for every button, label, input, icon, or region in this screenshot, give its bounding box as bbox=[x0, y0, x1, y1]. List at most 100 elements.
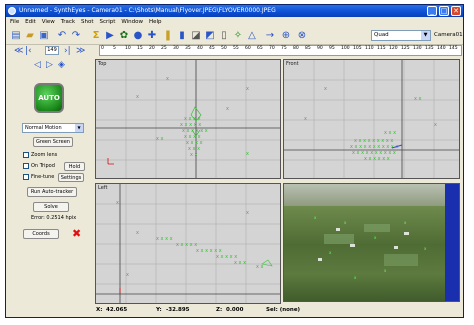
play-icon[interactable]: ▷ bbox=[46, 61, 53, 70]
clip-icon[interactable]: ▮ bbox=[176, 30, 188, 42]
delete-icon[interactable]: ✖ bbox=[72, 227, 81, 240]
svg-text:x: x bbox=[384, 268, 387, 273]
minimize-button[interactable]: _ bbox=[427, 6, 437, 16]
svg-text:x: x bbox=[246, 86, 249, 92]
lens-icon[interactable]: ▯ bbox=[218, 30, 230, 42]
phase-icon[interactable]: ✧ bbox=[232, 30, 244, 42]
ruler-tick: 110 bbox=[365, 46, 374, 51]
ruler-tick: 130 bbox=[413, 46, 422, 51]
open-icon[interactable]: ▰ bbox=[24, 30, 36, 42]
sigma-icon[interactable]: Σ bbox=[90, 30, 102, 42]
ruler-tick: 20 bbox=[149, 46, 155, 51]
app-window: Unnamed - SynthEyes - Camera01 - C:\Shot… bbox=[5, 4, 464, 318]
arrow-icon[interactable]: → bbox=[264, 30, 276, 42]
run-auto-tracker-button[interactable]: Run Auto-tracker bbox=[27, 187, 77, 197]
ruler-tick: 40 bbox=[197, 46, 203, 51]
new-icon[interactable]: ▤ bbox=[10, 30, 22, 42]
undo-icon[interactable]: ↶ bbox=[56, 30, 68, 42]
motion-select[interactable]: Normal Motion ▼ bbox=[22, 123, 84, 133]
menu-help[interactable]: Help bbox=[149, 17, 162, 27]
menu-edit[interactable]: Edit bbox=[25, 17, 36, 27]
svg-text:x: x bbox=[116, 200, 119, 206]
frame-ruler[interactable]: 0 5 10 15 20 25 30 35 40 45 50 55 60 65 … bbox=[99, 45, 462, 56]
viewport-camera[interactable]: x x x x x x x x bbox=[283, 183, 460, 302]
settings-button[interactable]: Settings bbox=[58, 173, 84, 182]
menu-window[interactable]: Window bbox=[121, 17, 143, 27]
solve-button[interactable]: Solve bbox=[33, 202, 69, 212]
camera-overlay: x x x x x x x x bbox=[314, 215, 427, 280]
svg-text:x: x bbox=[246, 151, 249, 157]
fast-forward-icon[interactable]: ≫ bbox=[76, 47, 85, 56]
auto-button[interactable]: AUTO bbox=[34, 83, 64, 113]
status-selection: Sel: (none) bbox=[266, 307, 301, 313]
graph-icon[interactable]: ◪ bbox=[190, 30, 202, 42]
viewport-label-left: Left bbox=[98, 185, 108, 191]
cross-icon[interactable]: ✚ bbox=[146, 30, 158, 42]
viewport-left[interactable]: x x x xx x x x xx x x x x x x x x x xx x… bbox=[95, 183, 281, 304]
on-tripod-checkbox[interactable] bbox=[23, 163, 29, 169]
viewport-top[interactable]: x x x xx x x x xx x x x x x x x x xx x x… bbox=[95, 59, 281, 179]
next-key-icon[interactable]: ›| bbox=[64, 47, 71, 56]
svg-text:x x: x x bbox=[414, 96, 422, 102]
menu-script[interactable]: Script bbox=[99, 17, 115, 27]
svg-text:x: x bbox=[374, 235, 377, 240]
menu-file[interactable]: File bbox=[10, 17, 19, 27]
camera-label: Camera01 bbox=[434, 32, 463, 38]
ruler-tick: 15 bbox=[137, 46, 143, 51]
hold-button[interactable]: Hold bbox=[64, 162, 85, 171]
ruler-tick: 100 bbox=[341, 46, 350, 51]
status-x-label: X: bbox=[96, 307, 103, 313]
ruler-tick: 55 bbox=[233, 46, 239, 51]
svg-text:x x: x x bbox=[190, 152, 198, 158]
chevron-down-icon[interactable]: ▼ bbox=[421, 31, 430, 40]
mesh-icon[interactable]: ◩ bbox=[204, 30, 216, 42]
svg-text:x: x bbox=[246, 210, 249, 216]
chevron-down-icon[interactable]: ▼ bbox=[75, 124, 83, 132]
viewport-front[interactable]: x x x x x x x x xx x x x x x x x x x x x… bbox=[283, 59, 460, 179]
ruler-tick: 45 bbox=[209, 46, 215, 51]
camera-icon[interactable]: ▶ bbox=[104, 30, 116, 42]
menu-track[interactable]: Track bbox=[61, 17, 75, 27]
delta-icon[interactable]: △ bbox=[246, 30, 258, 42]
ruler-tick: 145 bbox=[449, 46, 458, 51]
coords-button[interactable]: Coords bbox=[23, 229, 59, 239]
zoom-lens-checkbox[interactable] bbox=[23, 152, 29, 158]
sphere-icon[interactable]: ● bbox=[132, 30, 144, 42]
svg-text:x: x bbox=[136, 94, 139, 100]
window-title: Unnamed - SynthEyes - Camera01 - C:\Shot… bbox=[19, 7, 276, 14]
prev-key-icon[interactable]: |‹ bbox=[25, 47, 32, 56]
blue-screen-edge bbox=[445, 184, 459, 301]
frame-number-input[interactable]: 149 bbox=[45, 46, 59, 55]
svg-text:x x x: x x x bbox=[384, 130, 396, 136]
redo-icon[interactable]: ↷ bbox=[70, 30, 82, 42]
ruler-tick: 75 bbox=[281, 46, 287, 51]
ruler-tick: 140 bbox=[437, 46, 446, 51]
save-icon[interactable]: ▣ bbox=[38, 30, 50, 42]
green-screen-button[interactable]: Green Screen bbox=[33, 137, 73, 147]
gear-icon[interactable]: ✿ bbox=[118, 30, 130, 42]
ruler-tick: 115 bbox=[377, 46, 386, 51]
svg-text:x: x bbox=[344, 220, 347, 225]
menu-view[interactable]: View bbox=[42, 17, 55, 27]
rewind-icon[interactable]: ≪ bbox=[14, 47, 23, 56]
maximize-button[interactable]: □ bbox=[439, 6, 449, 16]
left-view-graphics: x x x xx x x x xx x x x x x x x x x xx x… bbox=[96, 184, 280, 303]
svg-text:x: x bbox=[434, 122, 437, 128]
play-back-icon[interactable]: ◁ bbox=[34, 61, 41, 70]
close-button[interactable]: ✕ bbox=[451, 6, 461, 16]
status-bar: X: 42.065 Y: -32.895 Z: 0.000 Sel: (none… bbox=[96, 306, 461, 316]
menu-shot[interactable]: Shot bbox=[81, 17, 94, 27]
svg-text:x: x bbox=[136, 230, 139, 236]
ruler-tick: 105 bbox=[353, 46, 362, 51]
status-z-label: Z: bbox=[216, 307, 223, 313]
pan-icon[interactable]: ⊗ bbox=[296, 30, 308, 42]
zoom-icon[interactable]: ⊕ bbox=[280, 30, 292, 42]
status-x-value: 42.065 bbox=[106, 307, 128, 313]
menu-bar: File Edit View Track Shot Script Window … bbox=[6, 17, 463, 27]
fine-tune-checkbox[interactable] bbox=[23, 174, 29, 180]
solve-error-readout: Error: 0.2514 hpix bbox=[31, 215, 77, 221]
view-select[interactable]: Quad ▼ bbox=[371, 30, 431, 41]
svg-text:x x: x x bbox=[156, 136, 164, 142]
step-icon[interactable]: ◈ bbox=[58, 61, 65, 70]
link-icon[interactable]: ❚ bbox=[162, 30, 174, 42]
